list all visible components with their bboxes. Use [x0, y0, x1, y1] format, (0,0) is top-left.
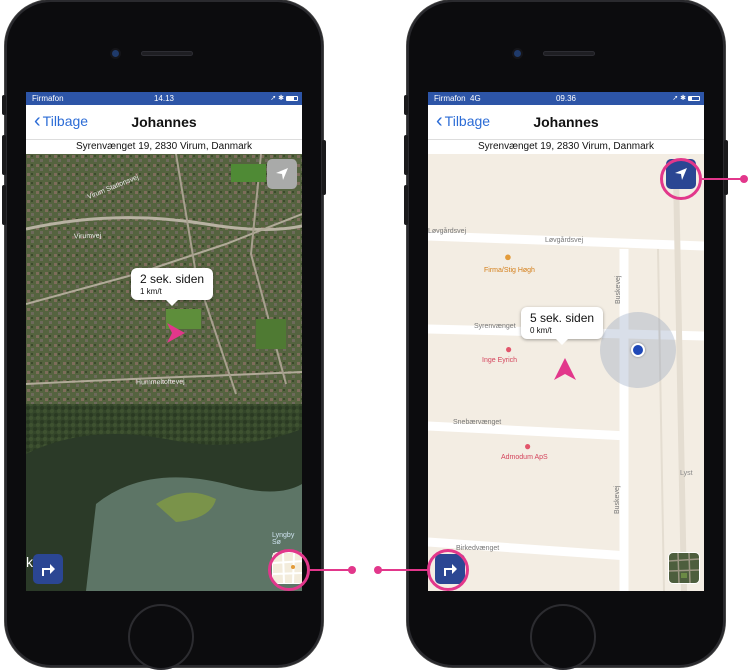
- time-since-update: 2 sek. siden: [140, 272, 205, 286]
- annotation-dot: [348, 566, 356, 574]
- mute-switch: [404, 95, 408, 115]
- street-label: Snebærvænget: [453, 419, 502, 426]
- street-label: Lyst: [680, 470, 693, 477]
- volume-down-button: [2, 185, 6, 225]
- volume-up-button: [404, 135, 408, 175]
- street-label: Buskevej: [615, 275, 622, 304]
- street-label: Løvgårdsvej: [428, 228, 467, 235]
- address-bar: Syrenvænget 19, 2830 Virum, Danmark: [26, 139, 302, 155]
- map-type-toggle[interactable]: [668, 552, 700, 584]
- current-location-dot: [631, 343, 645, 357]
- power-button: [724, 140, 728, 195]
- annotation-connector: [702, 178, 742, 180]
- nav-bar: ‹ Tilbage Johannes: [26, 105, 302, 139]
- satellite-imagery: [26, 154, 302, 591]
- poi-pin-icon: ●: [504, 249, 512, 264]
- status-bar: Firmafon 14.13 ➚ ✱: [26, 92, 302, 105]
- earpiece-speaker: [543, 51, 595, 56]
- street-label: Hummeltoftevej: [135, 378, 185, 387]
- annotation-dot: [740, 175, 748, 183]
- power-button: [322, 140, 326, 195]
- home-button: [128, 604, 194, 670]
- street-label: Syrenvænget: [474, 323, 516, 330]
- volume-up-button: [2, 135, 6, 175]
- map-type-thumbnail-icon: [669, 553, 699, 583]
- front-camera: [514, 50, 521, 57]
- poi-label[interactable]: Inge Eyrich: [482, 357, 517, 364]
- page-title: Johannes: [131, 114, 197, 130]
- directions-button[interactable]: [33, 554, 63, 584]
- earpiece-speaker: [141, 51, 193, 56]
- annotation-connector: [378, 569, 428, 571]
- page-title: Johannes: [533, 114, 599, 130]
- address-bar: Syrenvænget 19, 2830 Virum, Danmark: [428, 139, 704, 155]
- satellite-map[interactable]: Virum Stationsvej Virumvej Hummeltofteve…: [26, 154, 302, 591]
- heading-marker-icon: [554, 358, 576, 380]
- lake-label: Lyngby Sø: [272, 532, 295, 546]
- bluetooth-icon: ➚ ✱: [270, 95, 284, 102]
- heading-marker-icon: [167, 323, 185, 343]
- screen: Firmafon 14.13 ➚ ✱ ‹ Tilbage Johannes Sy…: [26, 92, 302, 591]
- street-map[interactable]: Løvgårdsvej Løvgårdsvej Syrenvænget Sneb…: [428, 154, 704, 591]
- annotation-connector: [310, 569, 352, 571]
- highlight-ring-locate: [660, 158, 702, 200]
- front-camera: [112, 50, 119, 57]
- battery-icon: [688, 96, 700, 101]
- directions-turn-icon: [42, 564, 55, 576]
- location-callout[interactable]: 5 sek. siden 0 km/t: [521, 307, 604, 345]
- poi-pin-icon: ●: [524, 439, 532, 453]
- bluetooth-icon: ➚ ✱: [672, 95, 686, 102]
- mute-switch: [2, 95, 6, 115]
- poi-label[interactable]: Admodum ApS: [501, 454, 548, 461]
- locate-me-button[interactable]: [267, 159, 297, 189]
- location-arrow-icon: [276, 168, 288, 180]
- home-button: [530, 604, 596, 670]
- status-bar: Firmafon 4G 09.36 ➚ ✱: [428, 92, 704, 105]
- highlight-ring-map-type: [268, 549, 310, 591]
- battery-icon: [286, 96, 298, 101]
- highlight-ring-directions: [427, 549, 469, 591]
- status-time: 14.13: [153, 94, 175, 103]
- location-callout[interactable]: 2 sek. siden 1 km/t: [131, 268, 214, 306]
- status-time: 09.36: [555, 94, 577, 103]
- time-since-update: 5 sek. siden: [530, 311, 595, 325]
- volume-down-button: [404, 185, 408, 225]
- street-label: Birkedvænget: [456, 545, 500, 552]
- speed-readout: 1 km/t: [140, 287, 162, 296]
- street-label: Buskevej: [614, 485, 621, 514]
- speed-readout: 0 km/t: [530, 326, 552, 335]
- street-label: Løvgårdsvej: [545, 237, 584, 244]
- street-label: Virumvej: [73, 232, 102, 241]
- nav-bar: ‹ Tilbage Johannes: [428, 105, 704, 139]
- poi-label[interactable]: Firma/Stig Høgh: [484, 267, 535, 274]
- poi-pin-icon: ●: [505, 342, 513, 356]
